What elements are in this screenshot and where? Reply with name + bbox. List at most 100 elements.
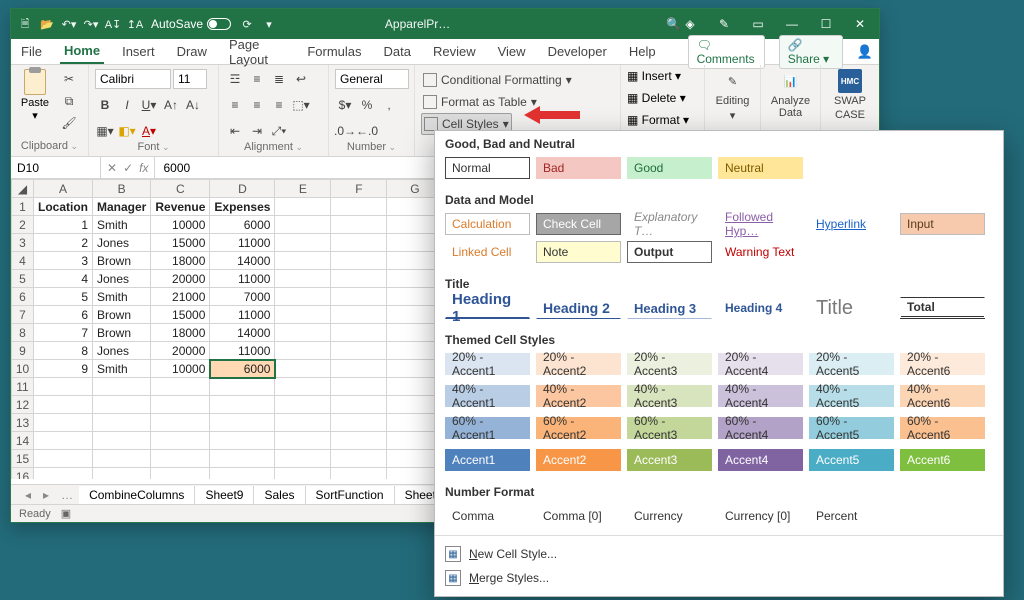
row-header[interactable]: 14 bbox=[12, 432, 34, 450]
paste-button[interactable]: Paste▾ bbox=[17, 69, 53, 122]
col-header[interactable]: B bbox=[93, 180, 151, 198]
align-top-icon[interactable]: ☲ bbox=[225, 69, 245, 89]
style-title[interactable]: Title bbox=[809, 297, 894, 319]
cell[interactable]: 8 bbox=[34, 342, 93, 360]
style-output[interactable]: Output bbox=[627, 241, 712, 263]
font-size-combo[interactable] bbox=[173, 69, 207, 89]
style-check-cell[interactable]: Check Cell bbox=[536, 213, 621, 235]
indent-increase-icon[interactable]: ⇥ bbox=[247, 121, 267, 141]
style-explanatory[interactable]: Explanatory T… bbox=[627, 213, 712, 235]
style-60-accent2[interactable]: 60% - Accent2 bbox=[536, 417, 621, 439]
align-left-icon[interactable]: ≡ bbox=[225, 95, 245, 115]
fill-color-icon[interactable]: ◧▾ bbox=[117, 121, 137, 141]
cell[interactable]: Revenue bbox=[151, 198, 210, 216]
cell[interactable]: 20000 bbox=[151, 342, 210, 360]
share-button[interactable]: 🔗 Share ▾ bbox=[779, 35, 843, 69]
number-format-combo[interactable] bbox=[335, 69, 409, 89]
copy-icon[interactable]: ⧉ bbox=[59, 91, 79, 111]
cell[interactable]: 15000 bbox=[151, 234, 210, 252]
row-header[interactable]: 6 bbox=[12, 288, 34, 306]
increase-decimal-icon[interactable]: .0→ bbox=[335, 121, 355, 141]
style-60-accent5[interactable]: 60% - Accent5 bbox=[809, 417, 894, 439]
style-40-accent3[interactable]: 40% - Accent3 bbox=[627, 385, 712, 407]
style-20-accent5[interactable]: 20% - Accent5 bbox=[809, 353, 894, 375]
style-neutral[interactable]: Neutral bbox=[718, 157, 803, 179]
cell[interactable]: Location bbox=[34, 198, 93, 216]
style-percent[interactable]: Percent bbox=[809, 505, 894, 527]
user-icon[interactable]: 👤 bbox=[857, 42, 873, 62]
percent-icon[interactable]: % bbox=[357, 95, 377, 115]
close-icon[interactable]: ✕ bbox=[851, 17, 869, 31]
merge-styles-button[interactable]: ▦Merge Styles... bbox=[445, 566, 993, 590]
style-accent3[interactable]: Accent3 bbox=[627, 449, 712, 471]
style-total[interactable]: Total bbox=[900, 297, 985, 319]
swap-case-button[interactable]: HMCSWAPCASE bbox=[827, 69, 873, 121]
cell[interactable]: 11000 bbox=[210, 342, 275, 360]
col-header[interactable]: A bbox=[34, 180, 93, 198]
row-header[interactable]: 4 bbox=[12, 252, 34, 270]
cut-icon[interactable]: ✂ bbox=[59, 69, 79, 89]
row-header[interactable]: 11 bbox=[12, 378, 34, 396]
font-color-icon[interactable]: A▾ bbox=[139, 121, 159, 141]
style-followed-hyperlink[interactable]: Followed Hyp… bbox=[718, 213, 803, 235]
cell[interactable]: Expenses bbox=[210, 198, 275, 216]
style-note[interactable]: Note bbox=[536, 241, 621, 263]
redo-icon[interactable]: ↷▾ bbox=[83, 16, 99, 32]
style-40-accent5[interactable]: 40% - Accent5 bbox=[809, 385, 894, 407]
col-header[interactable]: E bbox=[275, 180, 331, 198]
increase-font-icon[interactable]: A↑ bbox=[161, 95, 181, 115]
sheet-overflow-icon[interactable]: … bbox=[55, 488, 79, 502]
qa-overflow-icon[interactable]: ▾ bbox=[261, 16, 277, 32]
indent-decrease-icon[interactable]: ⇤ bbox=[225, 121, 245, 141]
cell[interactable]: Brown bbox=[93, 324, 151, 342]
style-accent1[interactable]: Accent1 bbox=[445, 449, 530, 471]
underline-button[interactable]: U▾ bbox=[139, 95, 159, 115]
insert-cells-button[interactable]: ▦ Insert ▾ bbox=[627, 69, 681, 91]
cell[interactable]: 6000 bbox=[210, 216, 275, 234]
merge-icon[interactable]: ⬚▾ bbox=[291, 95, 311, 115]
style-heading-2[interactable]: Heading 2 bbox=[536, 297, 621, 319]
bold-button[interactable]: B bbox=[95, 95, 115, 115]
cell[interactable]: Smith bbox=[93, 360, 151, 378]
menu-view[interactable]: View bbox=[494, 40, 530, 63]
sheet-nav-prev-icon[interactable]: ◂ bbox=[19, 488, 37, 502]
format-as-table-button[interactable]: Format as Table ▾ bbox=[421, 91, 539, 113]
sheet-tab[interactable]: Sales bbox=[254, 486, 305, 504]
style-heading-3[interactable]: Heading 3 bbox=[627, 297, 712, 319]
style-input[interactable]: Input bbox=[900, 213, 985, 235]
cell[interactable]: 18000 bbox=[151, 252, 210, 270]
style-40-accent2[interactable]: 40% - Accent2 bbox=[536, 385, 621, 407]
undo-icon[interactable]: ↶▾ bbox=[61, 16, 77, 32]
row-header[interactable]: 7 bbox=[12, 306, 34, 324]
style-good[interactable]: Good bbox=[627, 157, 712, 179]
menu-insert[interactable]: Insert bbox=[118, 40, 159, 63]
conditional-formatting-button[interactable]: Conditional Formatting ▾ bbox=[421, 69, 574, 91]
macro-record-icon[interactable]: ▣ bbox=[61, 507, 71, 520]
menu-formulas[interactable]: Formulas bbox=[303, 40, 365, 63]
cell[interactable]: 2 bbox=[34, 234, 93, 252]
fx-icon[interactable]: fx bbox=[139, 161, 148, 175]
style-accent5[interactable]: Accent5 bbox=[809, 449, 894, 471]
row-header[interactable]: 8 bbox=[12, 324, 34, 342]
select-all-cell[interactable]: ◢ bbox=[12, 180, 34, 198]
cell[interactable]: Brown bbox=[93, 252, 151, 270]
search-icon[interactable]: 🔍 bbox=[666, 17, 681, 31]
analyze-data-button[interactable]: 📊Analyze Data bbox=[767, 69, 814, 119]
style-currency-0[interactable]: Currency [0] bbox=[718, 505, 803, 527]
style-hyperlink[interactable]: Hyperlink bbox=[809, 213, 894, 235]
cell[interactable]: 5 bbox=[34, 288, 93, 306]
minimize-icon[interactable]: — bbox=[783, 17, 801, 31]
enter-formula-icon[interactable]: ✓ bbox=[123, 161, 133, 175]
cell[interactable]: 1 bbox=[34, 216, 93, 234]
row-header[interactable]: 16 bbox=[12, 468, 34, 480]
menu-help[interactable]: Help bbox=[625, 40, 660, 63]
cell[interactable]: 14000 bbox=[210, 324, 275, 342]
style-60-accent4[interactable]: 60% - Accent4 bbox=[718, 417, 803, 439]
new-cell-style-button[interactable]: ▦New Cell Style... bbox=[445, 542, 993, 566]
menu-home[interactable]: Home bbox=[60, 39, 104, 64]
cell[interactable]: 4 bbox=[34, 270, 93, 288]
cell[interactable]: Smith bbox=[93, 216, 151, 234]
sort-desc-icon[interactable]: ↥A bbox=[127, 16, 143, 32]
align-bottom-icon[interactable]: ≣ bbox=[269, 69, 289, 89]
comments-button[interactable]: 🗨 Comments bbox=[688, 35, 765, 69]
